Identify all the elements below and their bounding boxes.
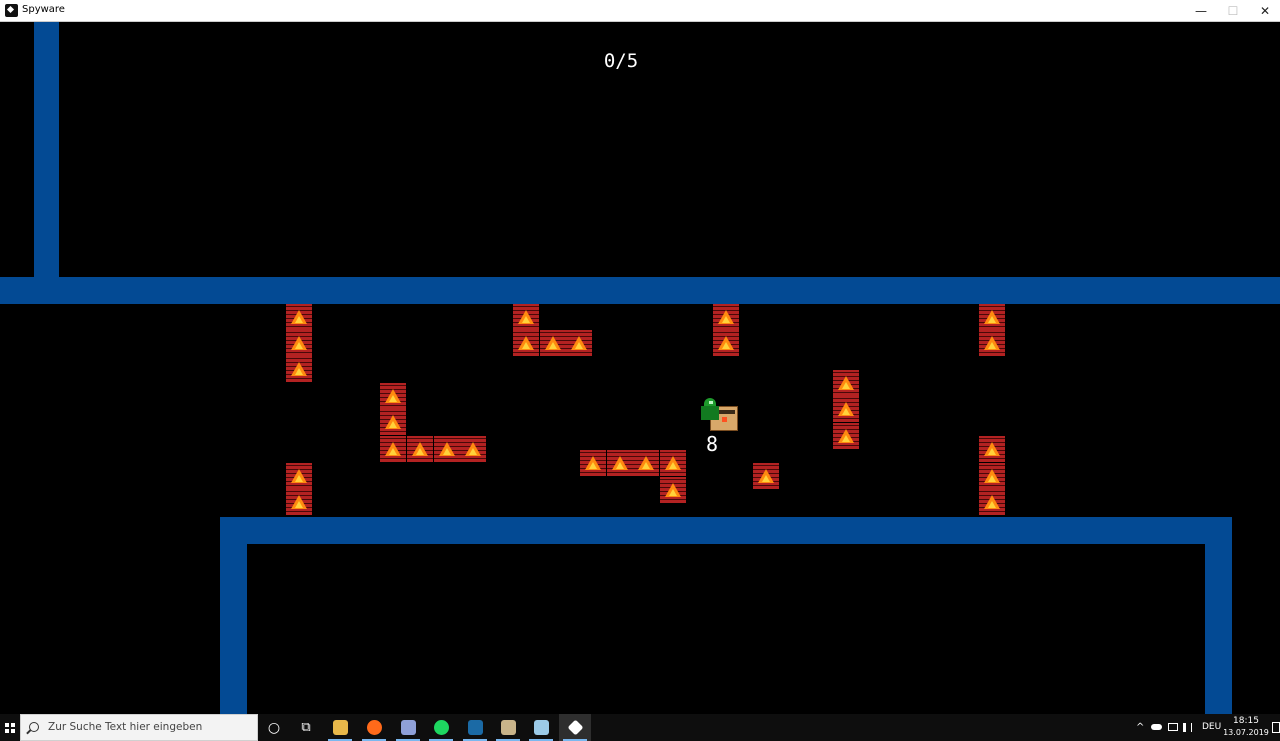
fire-brick-icon <box>833 423 859 449</box>
countdown-timer: 8 <box>705 432 719 456</box>
collected-counter: 0/5 <box>603 50 639 72</box>
close-button[interactable]: ✕ <box>1248 0 1280 22</box>
cloud-icon[interactable] <box>1151 724 1162 730</box>
green-spy-icon <box>700 398 720 422</box>
player-body <box>701 406 719 420</box>
spotify-icon[interactable] <box>425 714 457 741</box>
firefox-icon[interactable] <box>358 714 390 741</box>
discord-icon[interactable] <box>392 714 424 741</box>
fire-brick-icon <box>660 450 686 476</box>
steam-icon[interactable] <box>459 714 491 741</box>
fire-brick-icon <box>580 450 606 476</box>
fire-brick-icon <box>380 409 406 435</box>
windows-logo-icon[interactable] <box>0 714 20 741</box>
crate-marker <box>722 417 727 422</box>
fire-brick-icon <box>833 396 859 422</box>
fire-brick-icon <box>540 330 566 356</box>
network-icon[interactable] <box>1168 723 1178 731</box>
taskbar: Zur Suche Text hier eingeben ○ ⧉ ^ DEU 1… <box>0 714 1280 741</box>
player-eye <box>709 401 713 404</box>
maximize-button[interactable]: ☐ <box>1216 0 1250 22</box>
fire-brick-icon <box>407 436 433 462</box>
search-icon <box>29 722 39 732</box>
wall-bottom-right <box>1205 517 1232 714</box>
fire-brick-icon <box>566 330 592 356</box>
fire-brick-icon <box>286 489 312 515</box>
file-explorer-icon[interactable] <box>324 714 356 741</box>
notes-icon[interactable] <box>525 714 557 741</box>
fire-brick-icon <box>513 304 539 330</box>
fire-brick-icon <box>713 330 739 356</box>
wall-bottom-top <box>220 517 1232 544</box>
cortana-icon[interactable]: ○ <box>258 714 290 741</box>
fire-brick-icon <box>434 436 460 462</box>
fire-brick-icon <box>979 463 1005 489</box>
title-bar: Spyware — ☐ ✕ <box>0 0 1280 22</box>
app-icon <box>5 4 18 17</box>
app-icon[interactable] <box>492 714 524 741</box>
fire-brick-icon <box>607 450 633 476</box>
fire-brick-icon <box>979 436 1005 462</box>
fire-brick-icon <box>286 356 312 382</box>
minimize-button[interactable]: — <box>1184 0 1218 22</box>
game-canvas[interactable]: 0/5 8 <box>0 22 1280 714</box>
clock-date[interactable]: 13.07.2019 <box>1222 728 1270 737</box>
volume-icon[interactable] <box>1183 723 1192 732</box>
search-placeholder: Zur Suche Text hier eingeben <box>48 721 203 733</box>
fire-brick-icon <box>753 463 779 489</box>
fire-brick-icon <box>979 489 1005 515</box>
fire-brick-icon <box>833 370 859 396</box>
clock-time[interactable]: 18:15 <box>1226 716 1266 726</box>
notification-icon[interactable] <box>1272 722 1280 733</box>
wall-bottom-left <box>220 517 247 714</box>
fire-brick-icon <box>460 436 486 462</box>
spyware-game-icon[interactable] <box>559 714 591 741</box>
fire-brick-icon <box>513 330 539 356</box>
fire-brick-icon <box>660 477 686 503</box>
window-title: Spyware <box>22 4 65 15</box>
tray-chevron-icon[interactable]: ^ <box>1136 722 1144 733</box>
fire-brick-icon <box>713 304 739 330</box>
fire-brick-icon <box>979 304 1005 330</box>
wall-horizontal-top <box>0 277 1280 304</box>
search-input[interactable]: Zur Suche Text hier eingeben <box>20 714 258 741</box>
wall-vertical-left <box>34 22 59 280</box>
task-view-icon[interactable]: ⧉ <box>290 714 322 741</box>
fire-brick-icon <box>380 383 406 409</box>
fire-brick-icon <box>286 330 312 356</box>
fire-brick-icon <box>979 330 1005 356</box>
fire-brick-icon <box>286 304 312 330</box>
fire-brick-icon <box>633 450 659 476</box>
fire-brick-icon <box>286 463 312 489</box>
fire-brick-icon <box>380 436 406 462</box>
language-indicator[interactable]: DEU <box>1202 722 1221 732</box>
